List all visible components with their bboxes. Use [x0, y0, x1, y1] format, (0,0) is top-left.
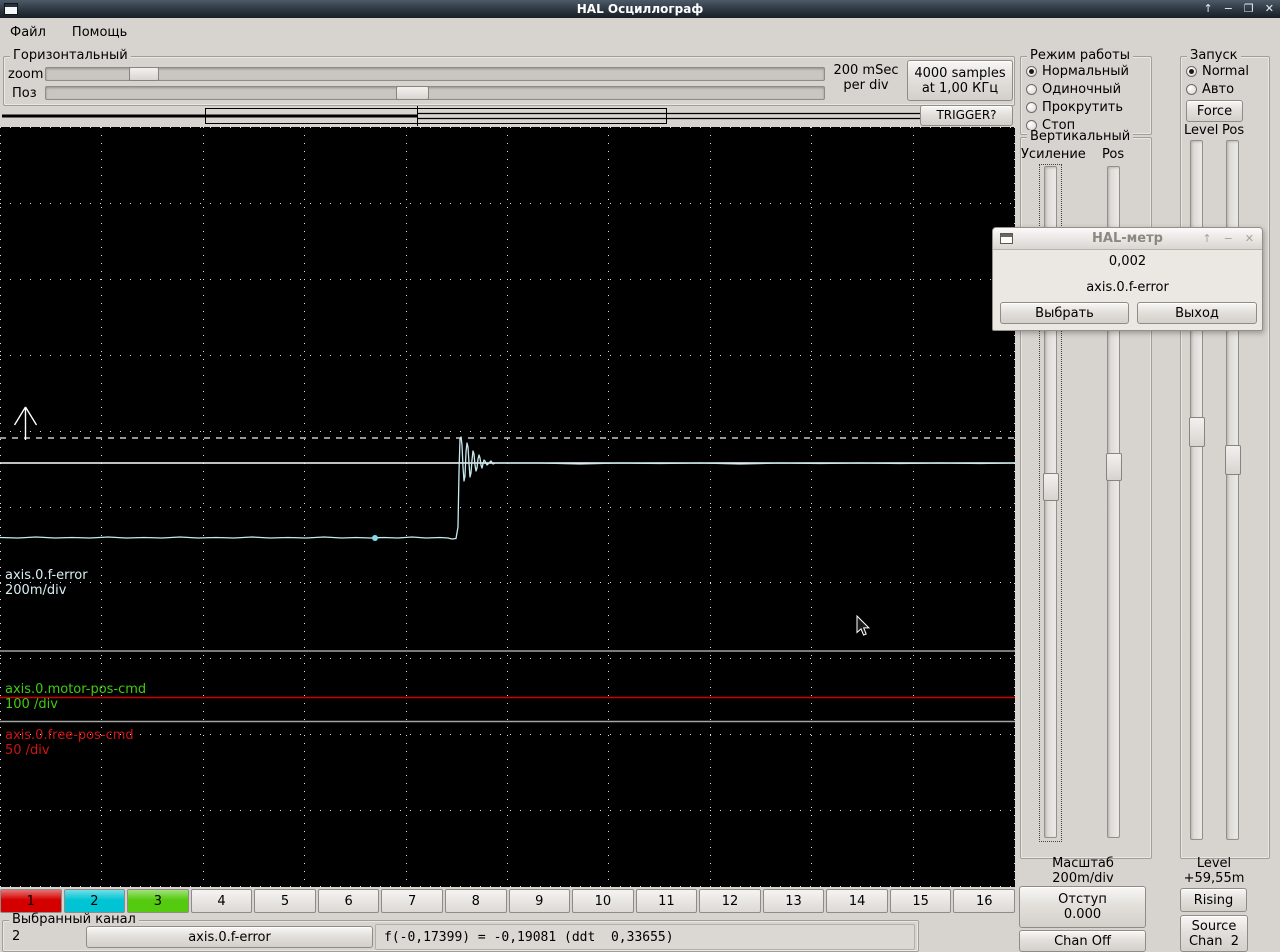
- window-titlebar: HAL Осциллограф ↑ − ❐ ✕: [0, 0, 1280, 18]
- halmeter-minimize-button[interactable]: −: [1224, 232, 1233, 245]
- vertical-pos-handle[interactable]: [1106, 453, 1122, 481]
- trigger-level-slider-label: Level: [1184, 123, 1219, 138]
- mouse-cursor-icon: [856, 614, 871, 636]
- scale-readout: Масштаб 200m/div: [1052, 856, 1114, 886]
- trigger-source-button[interactable]: Source Chan 2: [1180, 915, 1248, 952]
- selected-signal-button[interactable]: axis.0.f-error: [86, 926, 373, 948]
- vertical-group-label: Вертикальный: [1027, 130, 1134, 144]
- trigger-group-label: Запуск: [1187, 49, 1241, 63]
- channel-button-12[interactable]: 12: [699, 889, 761, 913]
- menu-help[interactable]: Помощь: [70, 23, 129, 42]
- zoom-slider-label: zoom: [8, 67, 44, 82]
- run-mode-option-2[interactable]: Одиночный: [1026, 80, 1129, 98]
- halmeter-value: 0,002: [1108, 254, 1147, 269]
- sample-marker-dot: [372, 535, 378, 541]
- channel-button-row: 1 2 3 4 5 6 7 8 9 10 11 12 13 14 15 16: [0, 889, 1015, 913]
- channel-button-9[interactable]: 9: [508, 889, 571, 913]
- offset-button[interactable]: Отступ 0.000: [1019, 886, 1146, 928]
- scope-display[interactable]: axis.0.f-error 200m/div axis.0.motor-pos-…: [0, 127, 1015, 887]
- trigger-level-readout: Level +59,55m: [1183, 856, 1245, 886]
- halmeter-exit-button[interactable]: Выход: [1137, 302, 1257, 324]
- channel-button-5[interactable]: 5: [254, 889, 316, 913]
- channel-button-4[interactable]: 4: [190, 889, 253, 913]
- halmeter-window: HAL-метр ↑ − ✕ 0,002 axis.0.f-error Выбр…: [992, 227, 1263, 331]
- channel-button-10[interactable]: 10: [572, 889, 634, 913]
- run-mode-option-3[interactable]: Прокрутить: [1026, 98, 1129, 116]
- selected-channel-number: 2: [12, 929, 21, 944]
- restore-button[interactable]: ❐: [1244, 0, 1254, 18]
- trace-label-free-pos-cmd: axis.0.free-pos-cmd 50 /div: [5, 728, 134, 758]
- pos-slider-label: Поз: [12, 86, 37, 101]
- run-mode-radio-3[interactable]: [1026, 101, 1037, 113]
- menubar: Файл Помощь: [0, 18, 1280, 46]
- channel-button-6[interactable]: 6: [317, 889, 380, 913]
- run-mode-group-label: Режим работы: [1027, 49, 1133, 63]
- trigger-status-button[interactable]: TRIGGER?: [920, 105, 1013, 126]
- record-preview-bar: [2, 106, 940, 126]
- gain-slider-handle[interactable]: [1043, 473, 1059, 501]
- trigger-mode-option-1[interactable]: Normal: [1186, 62, 1249, 80]
- trigger-mode-radio-2[interactable]: [1186, 83, 1197, 95]
- zoom-slider[interactable]: [45, 67, 825, 81]
- channel-button-7[interactable]: 7: [381, 889, 443, 913]
- channel-position-arrow-icon: [13, 406, 38, 440]
- close-button[interactable]: ✕: [1265, 0, 1274, 18]
- run-mode-radio-1[interactable]: [1026, 65, 1037, 77]
- trace-label-f-error: axis.0.f-error 200m/div: [5, 568, 88, 598]
- menu-file[interactable]: Файл: [8, 23, 48, 42]
- horizontal-group-label: Горизонтальный: [10, 49, 131, 63]
- horizontal-pos-slider-handle[interactable]: [396, 86, 429, 100]
- trigger-mode-radio-1[interactable]: [1186, 65, 1197, 77]
- samples-button[interactable]: 4000 samples at 1,00 КГц: [907, 60, 1013, 101]
- time-per-div-readout: 200 mSec per div: [833, 63, 899, 93]
- shade-button[interactable]: ↑: [1203, 0, 1212, 18]
- horizontal-pos-slider[interactable]: [45, 86, 825, 100]
- channel-button-13[interactable]: 13: [762, 889, 825, 913]
- halmeter-signal: axis.0.f-error: [1086, 280, 1169, 295]
- halmeter-close-button[interactable]: ✕: [1245, 232, 1254, 245]
- trigger-level-handle[interactable]: [1189, 417, 1205, 447]
- vertical-pos-slider-label: Pos: [1102, 147, 1125, 162]
- window-title: HAL Осциллограф: [576, 2, 704, 16]
- channel-button-3[interactable]: 3: [127, 889, 189, 913]
- trigger-edge-button[interactable]: Rising: [1180, 888, 1247, 912]
- channel-button-2[interactable]: 2: [63, 889, 126, 913]
- chan-off-button[interactable]: Chan Off: [1019, 930, 1146, 952]
- gain-slider-label: Усиление: [1021, 147, 1086, 162]
- channel-button-11[interactable]: 11: [635, 889, 698, 913]
- trigger-mode-option-2[interactable]: Авто: [1186, 80, 1249, 98]
- minimize-button[interactable]: −: [1224, 0, 1233, 18]
- halmeter-titlebar[interactable]: HAL-метр ↑ − ✕: [993, 228, 1262, 250]
- run-mode-radio-2[interactable]: [1026, 83, 1037, 95]
- halmeter-select-button[interactable]: Выбрать: [1000, 302, 1129, 324]
- cursor-readout: f(-0,17399) = -0,19081 (ddt 0,33655): [375, 924, 915, 950]
- halmeter-shade-button[interactable]: ↑: [1202, 232, 1211, 245]
- trigger-pos-handle[interactable]: [1225, 445, 1241, 475]
- zoom-slider-handle[interactable]: [129, 67, 159, 81]
- run-mode-group: Режим работы Нормальный Одиночный Прокрути…: [1020, 49, 1152, 135]
- channel-button-16[interactable]: 16: [953, 889, 1015, 913]
- force-trigger-button[interactable]: Force: [1186, 100, 1243, 122]
- run-mode-option-1[interactable]: Нормальный: [1026, 62, 1129, 80]
- trigger-pos-slider-label: Pos: [1222, 123, 1245, 138]
- selected-channel-group-label: Выбранный канал: [9, 913, 139, 927]
- channel-button-1[interactable]: 1: [0, 889, 62, 913]
- channel-button-15[interactable]: 15: [889, 889, 952, 913]
- channel-button-14[interactable]: 14: [826, 889, 888, 913]
- channel-button-8[interactable]: 8: [444, 889, 507, 913]
